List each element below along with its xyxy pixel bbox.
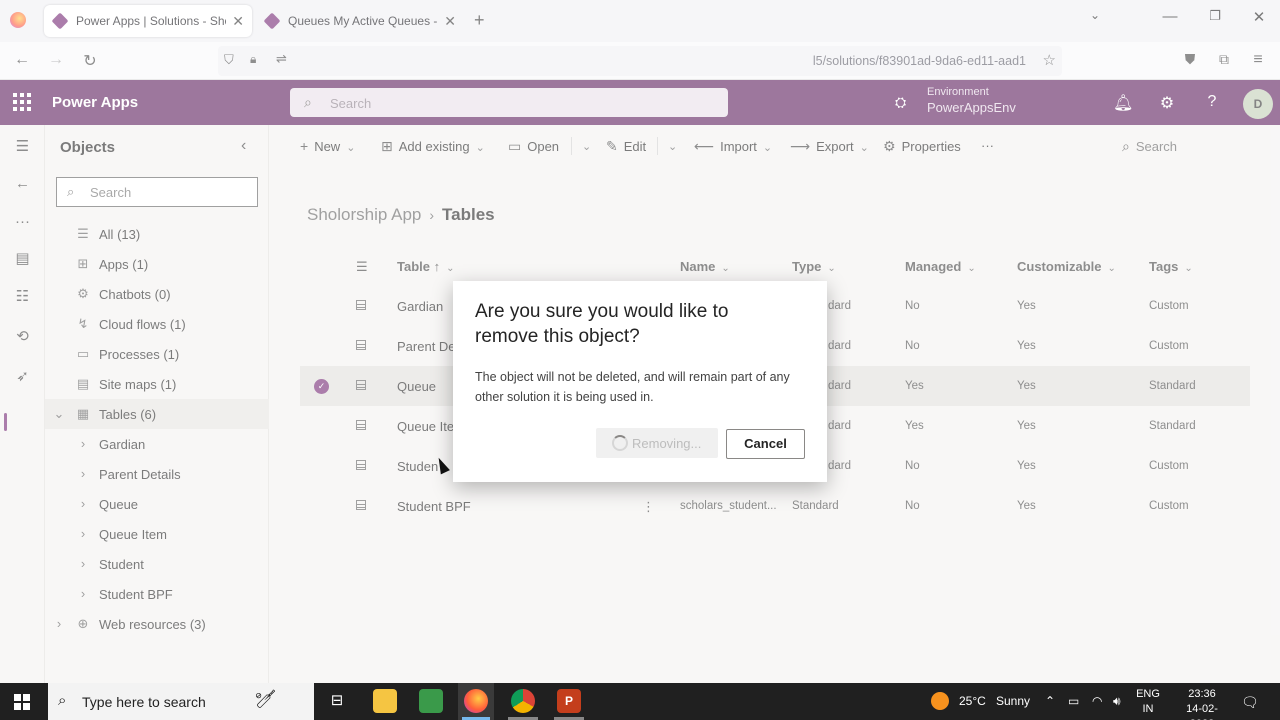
powerpoint-icon[interactable]: P (557, 689, 581, 713)
removing-label: Removing... (632, 436, 702, 451)
language-indicator[interactable]: ENG IN (1136, 687, 1160, 717)
clock[interactable]: 23:3614-02-2023 (1176, 687, 1228, 720)
spreadsheet-app-icon[interactable] (419, 689, 443, 713)
task-view-icon[interactable]: ⊟ (325, 689, 349, 713)
cancel-button[interactable]: Cancel (726, 429, 805, 459)
removing-button: Removing... (596, 428, 718, 458)
chevron-up-icon[interactable]: ⌃ (1045, 694, 1055, 708)
weather-sun-icon[interactable] (931, 692, 949, 710)
search-icon: ⌕ (58, 692, 67, 709)
search-highlight-icon: 🏏︎ (254, 689, 277, 709)
taskbar-search-box[interactable]: ⌕ Type here to search 🏏︎ (48, 683, 314, 720)
weather-desc[interactable]: Sunny (996, 694, 1030, 708)
spinner-icon (612, 435, 628, 451)
dialog-title: Are you sure you would like to remove th… (475, 301, 729, 347)
volume-icon[interactable]: 🔊︎ (1113, 694, 1121, 709)
file-explorer-icon[interactable] (373, 689, 397, 713)
notification-center-icon[interactable]: 🗨︎ (1241, 694, 1259, 711)
taskbar-search-placeholder: Type here to search (82, 694, 206, 710)
firefox-icon[interactable] (464, 689, 488, 713)
windows-taskbar: ⌕ Type here to search 🏏︎ ⊟ P 25°C Sunny … (0, 683, 1280, 720)
chrome-icon[interactable] (511, 689, 535, 713)
weather-temp[interactable]: 25°C (959, 694, 986, 708)
dialog-body: The object will not be deleted, and will… (475, 370, 790, 404)
windows-start-icon[interactable] (14, 694, 30, 710)
battery-icon[interactable]: ▭ (1068, 694, 1079, 708)
remove-confirmation-dialog: Are you sure you would like to remove th… (453, 281, 827, 482)
wifi-icon[interactable]: ◠ (1092, 694, 1102, 708)
